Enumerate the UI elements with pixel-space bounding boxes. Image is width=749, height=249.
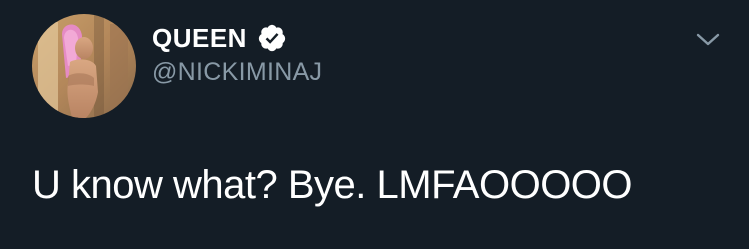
chevron-down-icon[interactable] bbox=[694, 28, 722, 50]
avatar[interactable] bbox=[32, 14, 136, 118]
author-row: QUEEN bbox=[152, 22, 287, 54]
tweet-text: U know what? Bye. LMFAOOOOO bbox=[32, 163, 633, 207]
display-name[interactable]: QUEEN bbox=[152, 23, 247, 54]
tweet-card: QUEEN @NICKIMINAJ U know what? Bye. LMFA… bbox=[0, 0, 749, 249]
verified-badge-icon bbox=[257, 23, 287, 53]
avatar-image bbox=[32, 14, 136, 118]
handle[interactable]: @NICKIMINAJ bbox=[152, 58, 322, 87]
